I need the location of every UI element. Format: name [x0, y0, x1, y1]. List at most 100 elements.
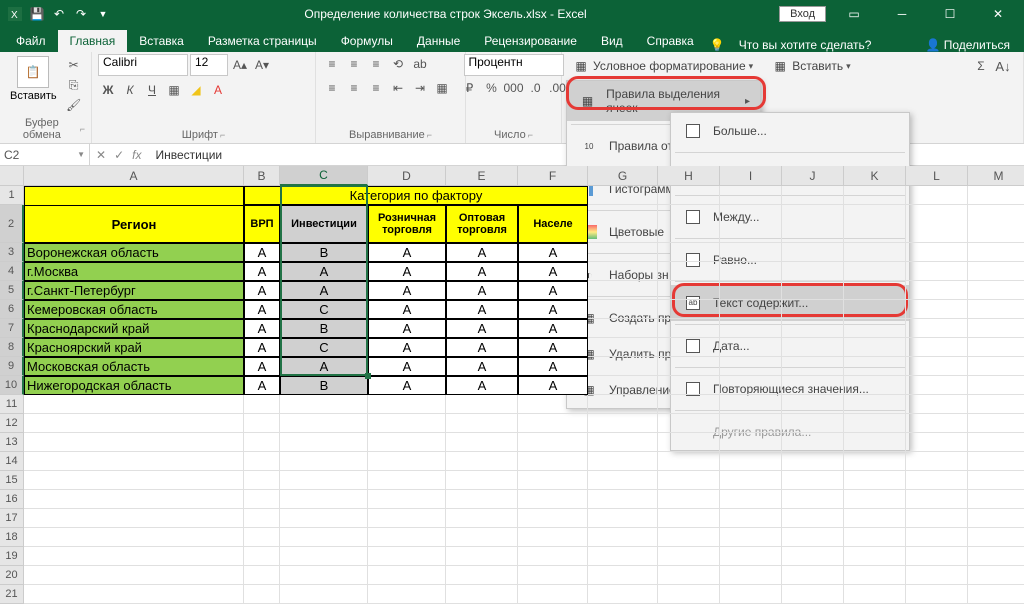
qat-dropdown-icon[interactable]: ▼ — [94, 5, 112, 23]
decrease-font-icon[interactable]: A▾ — [252, 55, 272, 75]
number-format-select[interactable]: Процентн — [464, 54, 564, 76]
col-header[interactable]: M — [968, 166, 1024, 186]
row-header[interactable]: 17 — [0, 509, 24, 528]
row-header[interactable]: 19 — [0, 547, 24, 566]
col-header[interactable]: B — [244, 166, 280, 186]
col-header[interactable]: H — [658, 166, 720, 186]
border-icon[interactable]: ▦ — [164, 80, 184, 100]
row-header[interactable]: 15 — [0, 471, 24, 490]
align-left-icon[interactable]: ≡ — [322, 78, 342, 98]
tab-view[interactable]: Вид — [589, 30, 635, 52]
col-header[interactable]: C — [280, 166, 368, 186]
orientation-icon[interactable]: ⟲ — [388, 54, 408, 74]
font-name-select[interactable]: Calibri — [98, 54, 188, 76]
insert-cells-button[interactable]: ▦Вставить▾ — [767, 56, 854, 76]
enter-icon[interactable]: ✓ — [114, 148, 124, 162]
login-button[interactable]: Вход — [779, 6, 826, 22]
col-header[interactable]: I — [720, 166, 782, 186]
tab-file[interactable]: Файл — [4, 30, 58, 52]
merge-icon[interactable]: ▦ — [432, 78, 452, 98]
name-box[interactable]: C2▼ — [0, 144, 90, 165]
align-right-icon[interactable]: ≡ — [366, 78, 386, 98]
region-cell[interactable]: Московская область — [24, 357, 244, 376]
align-bottom-icon[interactable]: ≡ — [366, 54, 386, 74]
close-icon[interactable]: ✕ — [978, 0, 1018, 28]
font-size-select[interactable]: 12 — [190, 54, 228, 76]
row-header[interactable]: 6 — [0, 300, 24, 319]
col-header[interactable]: K — [844, 166, 906, 186]
align-middle-icon[interactable]: ≡ — [344, 54, 364, 74]
select-all-corner[interactable] — [0, 166, 24, 186]
row-header[interactable]: 4 — [0, 262, 24, 281]
tab-formulas[interactable]: Формулы — [329, 30, 405, 52]
row-header[interactable]: 12 — [0, 414, 24, 433]
row-header[interactable]: 8 — [0, 338, 24, 357]
increase-font-icon[interactable]: A▴ — [230, 55, 250, 75]
cut-icon[interactable]: ✂ — [65, 56, 83, 74]
font-color-icon[interactable]: A — [208, 80, 228, 100]
tell-me[interactable]: Что вы хотите сделать? — [739, 38, 872, 52]
kat-header[interactable]: Категория по фактору — [244, 186, 588, 205]
row-header[interactable]: 16 — [0, 490, 24, 509]
region-cell[interactable]: Краснодарский край — [24, 319, 244, 338]
ribbon-options-icon[interactable]: ▭ — [834, 0, 874, 28]
col-header[interactable]: D — [368, 166, 446, 186]
undo-icon[interactable]: ↶ — [50, 5, 68, 23]
tab-insert[interactable]: Вставка — [127, 30, 196, 52]
col-header[interactable]: A — [24, 166, 244, 186]
share-button[interactable]: Поделиться — [944, 38, 1010, 52]
region-cell[interactable]: г.Санкт-Петербург — [24, 281, 244, 300]
maximize-icon[interactable]: ☐ — [930, 0, 970, 28]
align-center-icon[interactable]: ≡ — [344, 78, 364, 98]
row-header[interactable]: 11 — [0, 395, 24, 414]
save-icon[interactable]: 💾 — [28, 5, 46, 23]
autosum-icon[interactable]: Σ — [971, 56, 991, 76]
region-cell[interactable]: Нижегородская область — [24, 376, 244, 395]
row-header[interactable]: 13 — [0, 433, 24, 452]
wrap-text-icon[interactable]: ab — [410, 54, 430, 74]
row-header[interactable]: 7 — [0, 319, 24, 338]
italic-button[interactable]: К — [120, 80, 140, 100]
currency-icon[interactable]: ₽ — [460, 78, 480, 98]
region-cell[interactable]: Красноярский край — [24, 338, 244, 357]
fx-icon[interactable]: fx — [132, 148, 141, 162]
row-header[interactable]: 21 — [0, 585, 24, 604]
tab-home[interactable]: Главная — [58, 30, 128, 52]
region-cell[interactable]: Воронежская область — [24, 243, 244, 262]
decrease-indent-icon[interactable]: ⇤ — [388, 78, 408, 98]
menu-greater[interactable]: Больше... — [671, 113, 909, 149]
percent-icon[interactable]: % — [482, 78, 502, 98]
minimize-icon[interactable]: ─ — [882, 0, 922, 28]
col-header[interactable]: L — [906, 166, 968, 186]
fill-color-icon[interactable]: ◢ — [186, 80, 206, 100]
fill-handle[interactable] — [365, 373, 371, 379]
comma-icon[interactable]: 000 — [504, 78, 524, 98]
format-painter-icon[interactable]: 🖌 — [65, 96, 83, 114]
tab-help[interactable]: Справка — [635, 30, 706, 52]
underline-button[interactable]: Ч — [142, 80, 162, 100]
sort-filter-icon[interactable]: A↓ — [993, 56, 1013, 76]
row-header[interactable]: 3 — [0, 243, 24, 262]
tab-layout[interactable]: Разметка страницы — [196, 30, 329, 52]
tab-review[interactable]: Рецензирование — [472, 30, 589, 52]
col-header[interactable]: J — [782, 166, 844, 186]
region-cell[interactable]: г.Москва — [24, 262, 244, 281]
row-header[interactable]: 9 — [0, 357, 24, 376]
col-header[interactable]: F — [518, 166, 588, 186]
redo-icon[interactable]: ↷ — [72, 5, 90, 23]
col-header[interactable]: E — [446, 166, 518, 186]
increase-indent-icon[interactable]: ⇥ — [410, 78, 430, 98]
region-header[interactable]: Регион — [24, 205, 244, 243]
copy-icon[interactable]: ⎘ — [65, 76, 83, 94]
row-header[interactable]: 1 — [0, 186, 24, 205]
row-header[interactable]: 14 — [0, 452, 24, 471]
row-header[interactable]: 5 — [0, 281, 24, 300]
paste-button[interactable]: 📋 Вставить — [6, 54, 61, 104]
bold-button[interactable]: Ж — [98, 80, 118, 100]
row-header[interactable]: 10 — [0, 376, 24, 395]
row-header[interactable]: 2 — [0, 205, 24, 243]
increase-decimal-icon[interactable]: .0 — [526, 78, 546, 98]
row-header[interactable]: 20 — [0, 566, 24, 585]
col-header[interactable]: G — [588, 166, 658, 186]
cancel-icon[interactable]: ✕ — [96, 148, 106, 162]
